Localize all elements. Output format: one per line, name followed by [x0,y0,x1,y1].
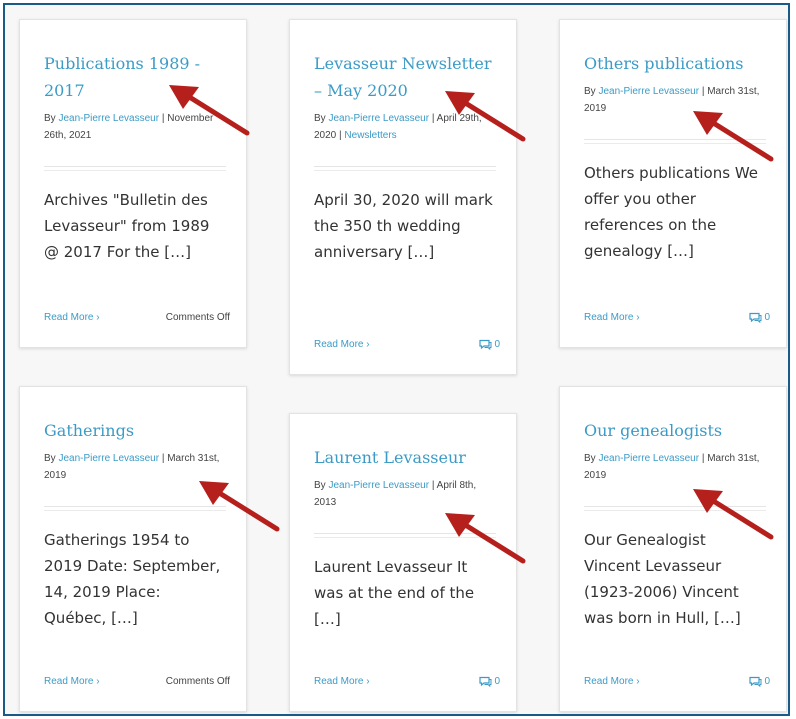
post-title-link[interactable]: Laurent Levasseur [314,444,496,471]
divider [314,537,496,538]
comment-count: 0 [764,312,770,323]
post-excerpt: Archives "Bulletin des Levasseur" from 1… [44,191,210,261]
author-link[interactable]: Jean-Pierre Levasseur [598,453,699,464]
post-excerpt: Gatherings 1954 to 2019 Date: September,… [44,531,221,627]
divider [314,170,496,171]
by-label: By [44,453,59,464]
meta-separator: | [159,113,168,124]
meta-separator: | [699,453,708,464]
page-frame: Publications 1989 - 2017 By Jean-Pierre … [3,3,790,716]
post-footer: Read More › 0 [584,312,770,323]
post-title-link[interactable]: Publications 1989 - 2017 [44,50,226,104]
comments-link[interactable]: 0 [479,676,500,687]
post-meta: By Jean-Pierre Levasseur | March 31st, 2… [44,450,226,484]
post-meta: By Jean-Pierre Levasseur | November 26th… [44,110,226,144]
post-card: Publications 1989 - 2017 By Jean-Pierre … [19,19,247,348]
post-meta: By Jean-Pierre Levasseur | March 31st, 2… [584,450,766,484]
read-more-link[interactable]: Read More › [44,676,100,687]
post-title-link[interactable]: Our genealogists [584,417,766,444]
author-link[interactable]: Jean-Pierre Levasseur [598,86,699,97]
read-more-link[interactable]: Read More › [584,312,640,323]
post-card: Others publications By Jean-Pierre Levas… [559,19,787,348]
read-more-link[interactable]: Read More › [314,676,370,687]
by-label: By [44,113,59,124]
speech-bubble-icon [749,676,762,687]
divider [314,533,496,534]
by-label: By [584,86,599,97]
author-link[interactable]: Jean-Pierre Levasseur [328,480,429,491]
meta-separator: | [159,453,168,464]
read-more-link[interactable]: Read More › [44,312,100,323]
divider [44,506,226,507]
post-card: Laurent Levasseur By Jean-Pierre Levasse… [289,413,517,712]
post-excerpt: Our Genealogist Vincent Levasseur (1923-… [584,531,741,627]
post-title-link[interactable]: Others publications [584,50,766,77]
speech-bubble-icon [479,339,492,350]
post-meta: By Jean-Pierre Levasseur | March 31st, 2… [584,83,766,117]
divider [44,510,226,511]
post-card: Levasseur Newsletter – May 2020 By Jean-… [289,19,517,375]
divider [44,166,226,167]
by-label: By [584,453,599,464]
read-more-link[interactable]: Read More › [314,339,370,350]
speech-bubble-icon [749,312,762,323]
meta-separator: | [429,113,437,124]
post-footer: Read More › Comments Off [44,312,230,323]
divider [584,510,766,511]
author-link[interactable]: Jean-Pierre Levasseur [58,113,159,124]
comment-count: 0 [764,676,770,687]
comments-link[interactable]: 0 [749,676,770,687]
post-footer: Read More › 0 [584,676,770,687]
comments-link[interactable]: 0 [749,312,770,323]
post-title-link[interactable]: Gatherings [44,417,226,444]
speech-bubble-icon [479,676,492,687]
comments-status: Comments Off [165,676,230,687]
comments-status: Comments Off [165,312,230,323]
meta-separator: | [699,86,708,97]
divider [584,506,766,507]
author-link[interactable]: Jean-Pierre Levasseur [58,453,159,464]
author-link[interactable]: Jean-Pierre Levasseur [328,113,429,124]
post-excerpt: Others publications We offer you other r… [584,164,758,260]
post-footer: Read More › Comments Off [44,676,230,687]
post-meta: By Jean-Pierre Levasseur | April 8th, 20… [314,477,496,511]
divider [44,170,226,171]
post-footer: Read More › 0 [314,676,500,687]
divider [584,139,766,140]
post-card: Gatherings By Jean-Pierre Levasseur | Ma… [19,386,247,712]
by-label: By [314,113,329,124]
comments-link[interactable]: 0 [479,339,500,350]
post-excerpt: April 30, 2020 will mark the 350 th wedd… [314,191,493,261]
post-excerpt: Laurent Levasseur It was at the end of t… [314,558,475,628]
comment-count: 0 [494,339,500,350]
divider [584,143,766,144]
post-title-link[interactable]: Levasseur Newsletter – May 2020 [314,50,496,104]
read-more-link[interactable]: Read More › [584,676,640,687]
post-footer: Read More › 0 [314,339,500,350]
divider [314,166,496,167]
by-label: By [314,480,329,491]
post-card: Our genealogists By Jean-Pierre Levasseu… [559,386,787,712]
meta-separator: | [429,480,437,491]
comment-count: 0 [494,676,500,687]
category-link[interactable]: Newsletters [344,130,396,141]
post-meta: By Jean-Pierre Levasseur | April 29th, 2… [314,110,496,144]
